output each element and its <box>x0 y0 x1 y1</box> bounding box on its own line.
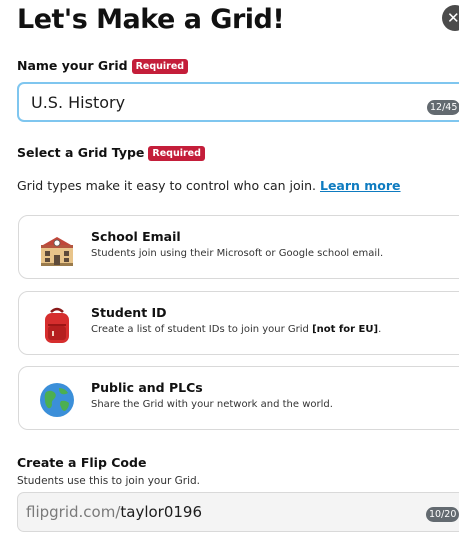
character-counter: 10/20 <box>426 507 459 522</box>
option-description-suffix: . <box>378 324 382 335</box>
grid-type-label-text: Select a Grid Type <box>17 145 145 160</box>
school-building-icon <box>41 237 73 266</box>
grid-type-option-school-email[interactable]: School Email Students join using their M… <box>18 215 459 279</box>
learn-more-link[interactable]: Learn more <box>320 178 401 193</box>
grid-name-input[interactable]: U.S. History 12/45 <box>17 82 459 122</box>
name-grid-label: Name your Grid Required <box>17 58 189 74</box>
required-badge: Required <box>148 146 205 161</box>
dialog-title: Let's Make a Grid! <box>17 4 285 35</box>
flip-code-input[interactable]: flipgrid.com/taylor0196 10/20 <box>17 492 459 532</box>
required-badge: Required <box>131 59 189 74</box>
flip-code-username[interactable]: taylor0196 <box>120 503 202 521</box>
flip-code-subtext: Students use this to join your Grid. <box>17 475 201 487</box>
option-description-emphasis: [not for EU] <box>312 324 379 335</box>
option-title: Student ID <box>91 305 167 320</box>
red-backpack-icon <box>45 307 69 343</box>
grid-type-description-text: Grid types make it easy to control who c… <box>17 178 316 193</box>
grid-name-value[interactable]: U.S. History <box>31 93 125 112</box>
grid-type-option-public-plcs[interactable]: Public and PLCs Share the Grid with your… <box>18 366 459 430</box>
flip-code-value[interactable]: flipgrid.com/taylor0196 <box>26 503 202 521</box>
option-title: Public and PLCs <box>91 380 203 395</box>
name-grid-label-text: Name your Grid <box>17 58 128 73</box>
option-description: Share the Grid with your network and the… <box>91 399 333 410</box>
close-button[interactable]: ✕ <box>442 5 459 31</box>
flip-code-label: Create a Flip Code <box>17 455 147 470</box>
character-counter: 12/45 <box>427 100 459 115</box>
option-description-text: Create a list of student IDs to join you… <box>91 324 309 335</box>
option-title: School Email <box>91 229 181 244</box>
grid-type-label: Select a Grid Type Required <box>17 145 205 161</box>
option-description: Create a list of student IDs to join you… <box>91 324 381 335</box>
create-grid-dialog: Let's Make a Grid! ✕ Name your Grid Requi… <box>0 0 459 535</box>
option-description: Students join using their Microsoft or G… <box>91 248 384 259</box>
close-icon[interactable]: ✕ <box>447 9 459 27</box>
grid-type-description: Grid types make it easy to control who c… <box>17 178 401 193</box>
globe-icon <box>40 383 74 417</box>
flip-code-prefix: flipgrid.com/ <box>26 503 121 521</box>
grid-type-option-student-id[interactable]: Student ID Create a list of student IDs … <box>18 291 459 355</box>
